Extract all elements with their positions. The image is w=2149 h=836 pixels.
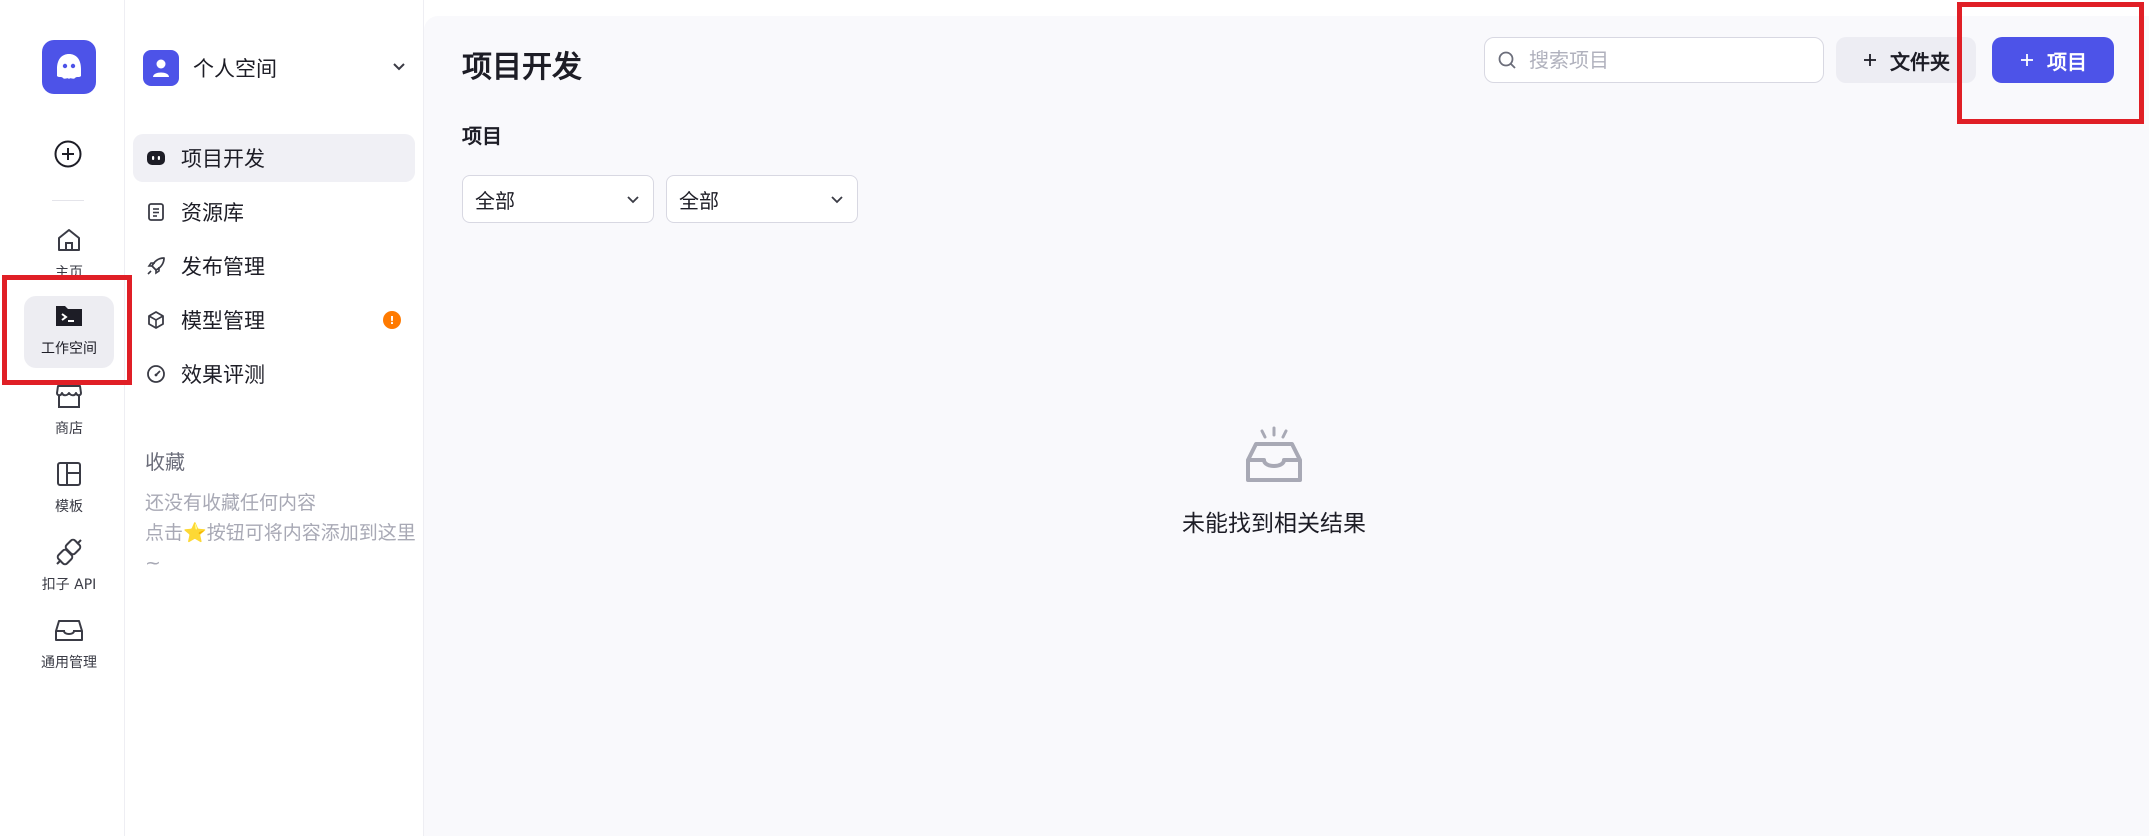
page-title: 项目开发: [462, 50, 582, 85]
cube-icon: [145, 309, 167, 331]
rail-item-label: 扣子 API: [41, 577, 97, 593]
filter-select-value: 全部: [679, 188, 719, 213]
plus-circle-icon: [54, 140, 82, 168]
user-avatar-icon: [143, 50, 179, 86]
chevron-down-icon: [829, 191, 845, 207]
section-label: 项目: [462, 124, 502, 148]
template-icon: [53, 458, 85, 490]
rocket-icon: [145, 255, 167, 277]
plug-icon: [53, 536, 85, 568]
favorites-title: 收藏: [145, 450, 185, 474]
store-icon: [53, 380, 85, 412]
left-rail: 主页 工作空间 商店 模板 扣子 API 通用管理: [0, 0, 125, 836]
rail-item-store[interactable]: 商店: [24, 376, 114, 448]
rail-item-label: 商店: [55, 421, 83, 437]
inbox-icon: [53, 614, 85, 646]
alert-badge: !: [383, 311, 401, 329]
sidebar-item-label: 效果评测: [181, 363, 265, 387]
rail-item-api[interactable]: 扣子 API: [24, 532, 114, 604]
sidebar-item-evaluation[interactable]: 效果评测: [133, 350, 415, 398]
rail-item-label: 主页: [55, 265, 83, 281]
filter-select-value: 全部: [475, 188, 515, 213]
sidebar-item-models[interactable]: 模型管理 !: [133, 296, 415, 344]
empty-state-text: 未能找到相关结果: [1182, 511, 1366, 537]
home-icon: [53, 224, 85, 256]
rail-item-home[interactable]: 主页: [24, 220, 114, 292]
sidebar-item-label: 发布管理: [181, 255, 265, 279]
space-name: 个人空间: [193, 57, 277, 81]
filter-select-owner[interactable]: 全部: [666, 175, 858, 223]
create-button[interactable]: [50, 136, 86, 172]
robot-icon: [145, 147, 167, 169]
favorites-empty-text: 还没有收藏任何内容 点击⭐按钮可将内容添加到这里~: [145, 488, 420, 578]
empty-state: 未能找到相关结果: [1164, 426, 1384, 538]
chevron-down-icon: [625, 191, 641, 207]
app-logo-icon[interactable]: [42, 40, 96, 94]
empty-inbox-icon: [1242, 426, 1306, 490]
rail-item-workspace[interactable]: 工作空间: [24, 296, 114, 368]
new-project-button[interactable]: 项目: [1992, 37, 2114, 83]
new-folder-button[interactable]: 文件夹: [1836, 37, 1976, 83]
new-folder-label: 文件夹: [1890, 49, 1950, 74]
star-icon: ⭐: [183, 522, 207, 544]
sidebar-item-label: 资源库: [181, 201, 244, 225]
new-project-label: 项目: [2047, 49, 2087, 74]
sidebar-item-publish[interactable]: 发布管理: [133, 242, 415, 290]
plus-icon: [1862, 52, 1878, 68]
rail-item-label: 模板: [55, 499, 83, 515]
rail-item-templates[interactable]: 模板: [24, 454, 114, 526]
search-icon: [1497, 50, 1517, 70]
sidebar-item-label: 模型管理: [181, 309, 265, 333]
favorites-empty-line: 还没有收藏任何内容: [145, 492, 317, 514]
workspace-sidebar: 个人空间 项目开发 资源库 发布管理 模型管理 ! 效果评测 收藏 还没有收藏任…: [125, 0, 424, 836]
plus-icon: [2019, 52, 2035, 68]
sidebar-item-projects[interactable]: 项目开发: [133, 134, 415, 182]
chevron-down-icon: [391, 58, 407, 78]
rail-item-label: 通用管理: [41, 655, 97, 671]
search-input[interactable]: [1527, 47, 1811, 73]
filter-select-type[interactable]: 全部: [462, 175, 654, 223]
main-content: 项目开发 文件夹 项目 项目 全部 全部: [424, 16, 2149, 836]
sidebar-item-label: 项目开发: [181, 147, 265, 171]
search-field[interactable]: [1484, 37, 1824, 83]
terminal-folder-icon: [53, 300, 85, 332]
rail-item-label: 工作空间: [41, 341, 97, 357]
rail-item-general-settings[interactable]: 通用管理: [24, 610, 114, 682]
space-selector[interactable]: 个人空间: [143, 48, 413, 88]
rail-divider: [52, 200, 84, 201]
favorites-empty-line: 点击⭐按钮可将内容添加到这里~: [145, 522, 416, 574]
gauge-icon: [145, 363, 167, 385]
sidebar-item-library[interactable]: 资源库: [133, 188, 415, 236]
library-icon: [145, 201, 167, 223]
